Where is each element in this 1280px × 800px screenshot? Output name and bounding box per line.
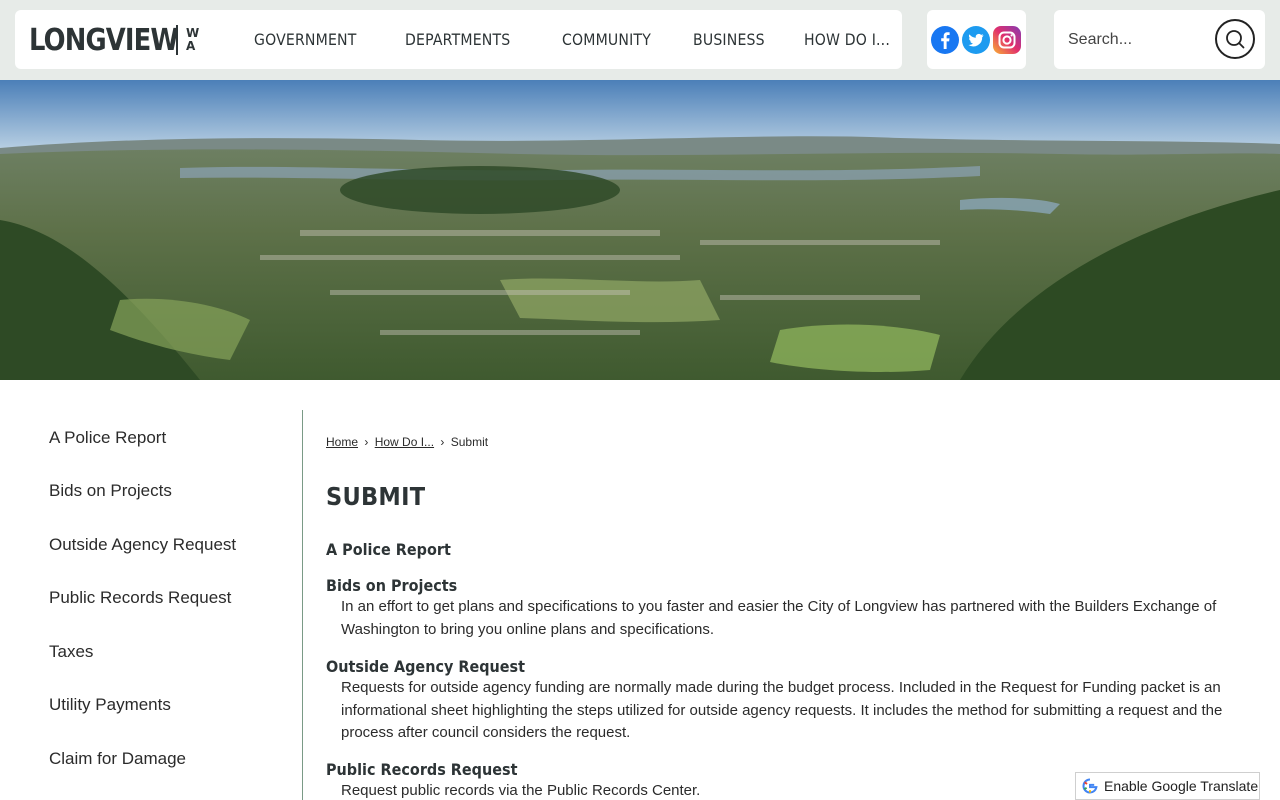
sidebar-item-utility-payments[interactable]: Utility Payments	[49, 695, 171, 715]
sidebar-item-claim-for-damage[interactable]: Claim for Damage	[49, 749, 186, 769]
sidebar-item-public-records-request[interactable]: Public Records Request	[49, 588, 231, 608]
hero-banner-image	[0, 80, 1280, 380]
breadcrumb-current: Submit	[450, 435, 489, 449]
nav-community[interactable]: COMMUNITY	[562, 30, 651, 49]
google-translate-button[interactable]: Enable Google Translate	[1075, 772, 1260, 800]
instagram-icon[interactable]	[993, 26, 1021, 54]
section-title-public-records-request[interactable]: Public Records Request	[326, 760, 517, 779]
nav-how-do-i[interactable]: HOW DO I...	[804, 30, 890, 49]
logo-state-bottom: A	[186, 39, 196, 53]
twitter-icon[interactable]	[962, 26, 990, 54]
content-divider	[302, 410, 303, 800]
site-logo[interactable]: LONGVIEW W A	[29, 22, 199, 58]
google-translate-label: Enable Google Translate	[1104, 778, 1259, 794]
search-input[interactable]	[1068, 28, 1208, 52]
breadcrumb-home-link[interactable]: Home	[326, 435, 358, 449]
sidebar-item-outside-agency-request[interactable]: Outside Agency Request	[49, 535, 236, 555]
sidebar-nav: A Police Report Bids on Projects Outside…	[0, 410, 302, 800]
site-header: LONGVIEW W A GOVERNMENT DEPARTMENTS COMM…	[0, 0, 1280, 80]
section-desc-bids-on-projects: In an effort to get plans and specificat…	[341, 598, 1217, 638]
main-nav-card: LONGVIEW W A GOVERNMENT DEPARTMENTS COMM…	[15, 10, 902, 69]
sidebar-item-taxes[interactable]: Taxes	[49, 642, 93, 662]
sidebar-item-police-report[interactable]: A Police Report	[49, 428, 166, 448]
section-title-police-report[interactable]: A Police Report	[326, 540, 451, 559]
social-links	[927, 10, 1026, 69]
facebook-icon[interactable]	[931, 26, 959, 54]
google-translate-icon	[1082, 778, 1098, 794]
search-icon[interactable]	[1215, 19, 1255, 59]
page-title: SUBMIT	[326, 482, 426, 511]
nav-business[interactable]: BUSINESS	[693, 30, 765, 49]
section-desc-outside-agency-request: Requests for outside agency funding are …	[341, 679, 1223, 741]
breadcrumb-how-do-i-link[interactable]: How Do I...	[375, 435, 434, 449]
sidebar-item-bids-on-projects[interactable]: Bids on Projects	[49, 481, 172, 501]
section-title-bids-on-projects[interactable]: Bids on Projects	[326, 576, 457, 595]
breadcrumb: Home › How Do I... › Submit	[326, 435, 488, 449]
nav-government[interactable]: GOVERNMENT	[254, 30, 357, 49]
search-box	[1054, 10, 1265, 69]
breadcrumb-separator: ›	[364, 435, 369, 449]
logo-wordmark: LONGVIEW	[29, 22, 179, 58]
section-title-outside-agency-request[interactable]: Outside Agency Request	[326, 657, 525, 676]
logo-state: W A	[186, 27, 199, 53]
nav-departments[interactable]: DEPARTMENTS	[405, 30, 510, 49]
breadcrumb-separator: ›	[440, 435, 445, 449]
